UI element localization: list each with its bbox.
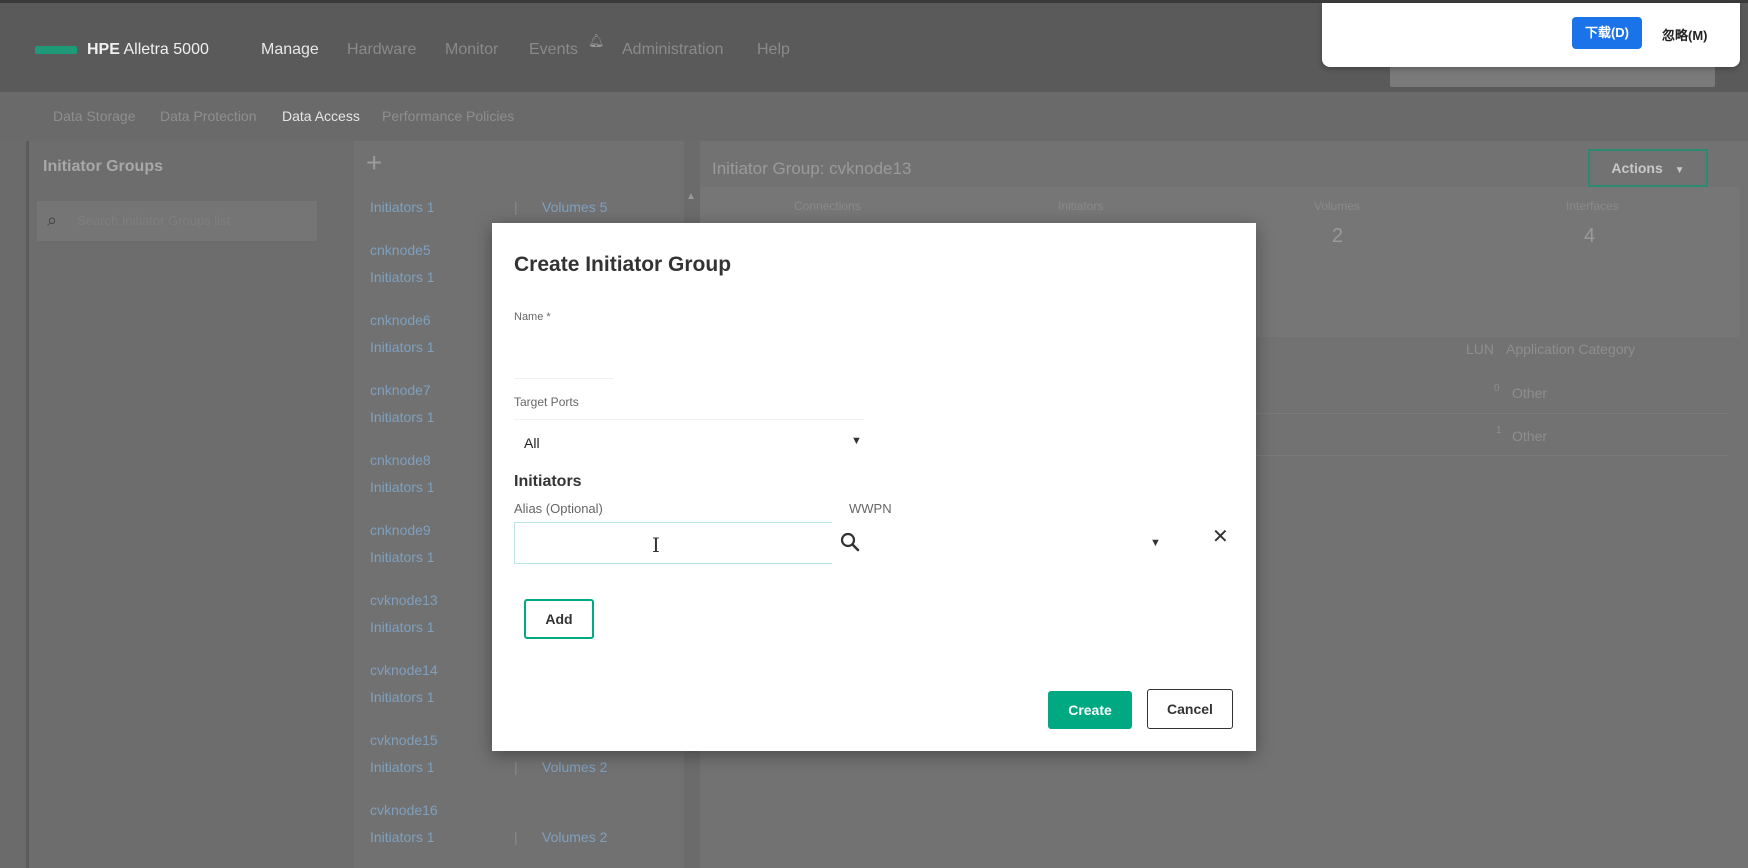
list-item-name[interactable]: cnknode6 [370,312,431,328]
separator: | [514,759,518,775]
stat-label-initiators: Initiators [1058,199,1104,213]
column-header-lun[interactable]: LUN [1466,341,1494,357]
cancel-button[interactable]: Cancel [1147,689,1233,729]
list-item-volumes[interactable]: Volumes 2 [542,759,607,775]
subnav-data-storage[interactable]: Data Storage [53,108,136,124]
brand: HPE Alletra 5000 [87,41,209,59]
list-item-volumes[interactable]: Volumes 2 [542,829,607,845]
stat-label-connections: Connections [794,199,861,213]
download-notification: 下载(D) 忽略(M) [1322,3,1740,67]
nav-administration[interactable]: Administration [622,41,723,59]
nav-manage[interactable]: Manage [261,41,319,59]
nav-help[interactable]: Help [757,41,790,59]
list-item-initiators[interactable]: Initiators 1 [370,549,435,565]
stat-value-volumes: 2 [1332,225,1344,247]
remove-initiator-icon[interactable]: ✕ [1212,524,1229,549]
column-header-application-category[interactable]: Application Category [1506,341,1635,357]
name-input[interactable] [514,338,614,379]
list-item-initiators[interactable]: Initiators 1 [370,759,435,775]
list-item-initiators[interactable]: Initiators 1 [370,829,435,845]
create-button[interactable]: Create [1048,691,1132,729]
chevron-down-icon[interactable]: ▼ [1150,537,1161,549]
target-ports-value: All [524,435,540,451]
chevron-down-icon: ▼ [1674,165,1685,176]
wwpn-label: WWPN [849,501,892,516]
initiators-heading: Initiators [514,473,582,490]
actions-label: Actions [1611,160,1663,176]
create-initiator-group-dialog: Create Initiator Group Name * Target Por… [492,223,1256,751]
add-initiator-group-icon[interactable]: + [366,147,382,179]
list-item-name[interactable]: cvknode16 [370,802,438,818]
nav-monitor[interactable]: Monitor [445,41,498,59]
table-cell-lun: 1 [1496,425,1502,436]
name-label: Name * [514,311,551,323]
detail-title: Initiator Group: cvknode13 [712,159,912,178]
hpe-logo [35,46,77,54]
search-placeholder: Search Initiator Groups list [77,213,231,228]
ignore-button[interactable]: 忽略(M) [1662,25,1708,44]
dialog-title: Create Initiator Group [514,253,732,276]
scroll-up-icon[interactable]: ▲ [686,191,696,202]
list-item-name[interactable]: cvknode13 [370,592,438,608]
subnav-performance-policies[interactable]: Performance Policies [382,108,514,124]
list-item-name[interactable]: cnknode7 [370,382,431,398]
subnav-data-protection[interactable]: Data Protection [160,108,257,124]
actions-button[interactable]: Actions ▼ [1588,149,1708,187]
list-item-initiators[interactable]: Initiators 1 [370,269,435,285]
brand-prefix: HPE [87,41,120,58]
list-item-name[interactable]: cnknode9 [370,522,431,538]
list-item-initiators[interactable]: Initiators 1 [370,409,435,425]
subnav-data-access[interactable]: Data Access [282,108,360,124]
stat-value-interfaces: 4 [1584,225,1596,247]
target-ports-select[interactable]: All ▼ [514,419,864,466]
target-ports-label: Target Ports [514,395,579,409]
search-icon [840,532,860,552]
wwpn-select[interactable] [832,522,1132,564]
list-item-initiators[interactable]: Initiators 1 [370,689,435,705]
brand-name: Alletra 5000 [123,41,209,58]
list-item-name[interactable]: cvknode15 [370,732,438,748]
search-icon: ⌕ [47,210,58,230]
list-item-volumes[interactable]: Volumes 5 [542,199,607,215]
add-initiator-button[interactable]: Add [524,599,594,639]
alias-label: Alias (Optional) [514,501,603,516]
download-button[interactable]: 下载(D) [1572,17,1642,49]
separator: | [514,199,518,215]
initiator-groups-search[interactable]: ⌕ Search Initiator Groups list [37,201,317,241]
table-cell-category: Other [1512,385,1548,401]
table-cell-lun: 0 [1494,383,1500,394]
list-item-name[interactable]: cnknode8 [370,452,431,468]
list-item-initiators[interactable]: Initiators 1 [370,479,435,495]
bell-icon[interactable]: 🔔︎ [588,33,605,49]
panel-title: Initiator Groups [43,158,163,175]
initiator-groups-panel: Initiator Groups ⌕ Search Initiator Grou… [26,141,364,868]
list-item-name[interactable]: cvknode14 [370,662,438,678]
nav-events[interactable]: Events [529,41,578,59]
stat-label-interfaces: Interfaces [1566,199,1619,213]
alias-input[interactable] [514,522,836,564]
separator: | [514,829,518,845]
chevron-down-icon: ▼ [851,435,862,447]
text-cursor-icon: I [652,533,660,557]
sub-nav: Data Storage Data Protection Data Access… [0,92,1748,140]
list-item-initiators[interactable]: Initiators 1 [370,199,435,215]
list-item-initiators[interactable]: Initiators 1 [370,619,435,635]
stat-label-volumes: Volumes [1314,199,1361,213]
table-cell-category: Other [1512,428,1548,444]
nav-hardware[interactable]: Hardware [347,41,416,59]
list-item-initiators[interactable]: Initiators 1 [370,339,435,355]
list-item-name[interactable]: cnknode5 [370,242,431,258]
